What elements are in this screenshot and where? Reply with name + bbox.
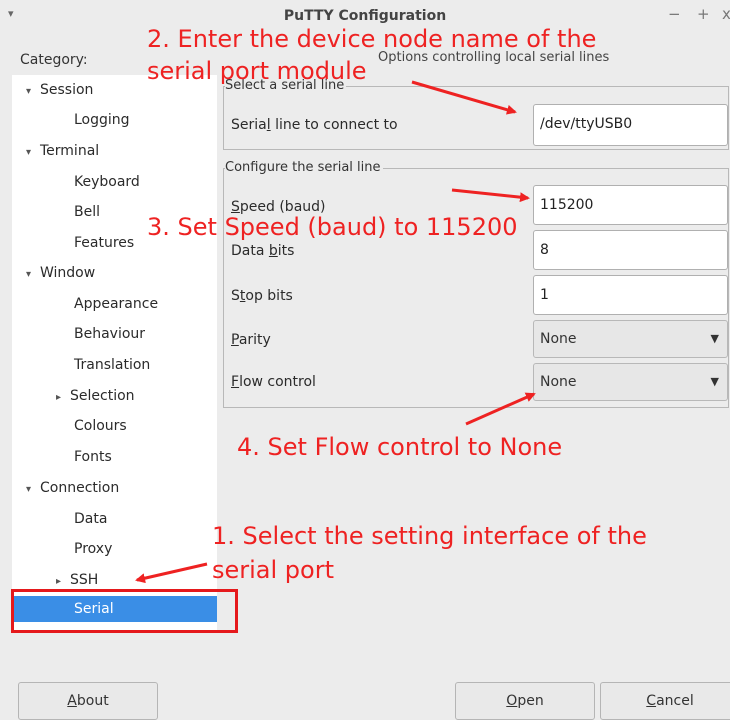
arrow-to-serial-line [411,80,517,115]
arrow-to-flow-control [465,392,536,426]
arrow-to-speed [451,188,530,203]
arrow-to-ssh [135,562,208,584]
annotation-arrows [135,80,536,584]
